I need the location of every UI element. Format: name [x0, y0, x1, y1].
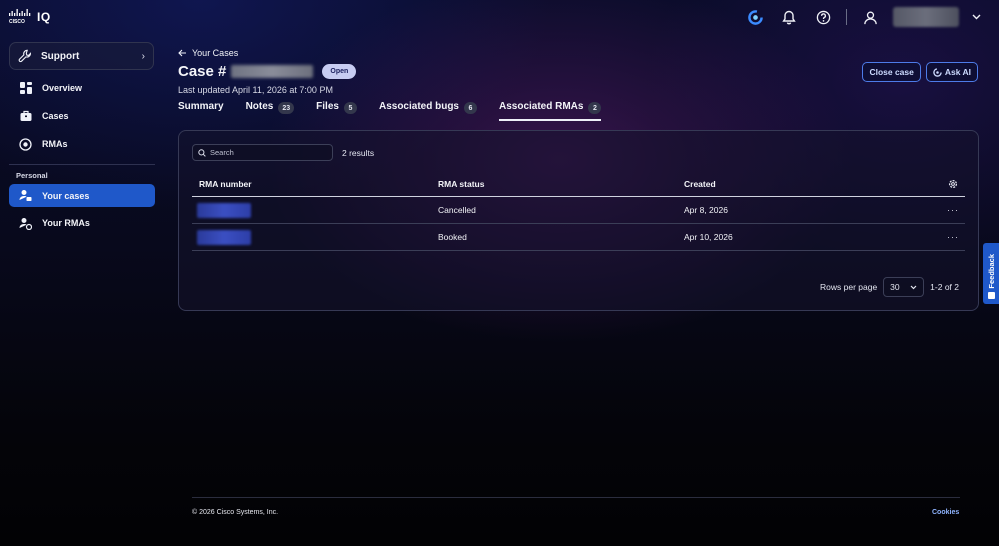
sidebar-item-your-cases[interactable]: Your cases	[9, 184, 155, 207]
case-number-redacted	[231, 65, 314, 78]
rows-per-page-select[interactable]: 30	[883, 277, 925, 297]
tab-count-badge: 2	[588, 102, 602, 114]
feedback-tab[interactable]: Feedback	[983, 243, 999, 304]
tab-label: Associated RMAs	[499, 101, 584, 112]
feedback-label: Feedback	[986, 254, 996, 289]
help-icon[interactable]	[812, 6, 834, 28]
created-date-cell: Apr 8, 2026	[684, 205, 728, 215]
rma-number-redacted[interactable]	[197, 202, 251, 218]
tab-count-badge: 6	[464, 102, 477, 114]
tab-label: Summary	[178, 101, 224, 112]
rma-table: RMA number RMA status Created Cancelled …	[192, 171, 965, 251]
column-settings-icon[interactable]	[941, 179, 965, 189]
sidebar-item-label: RMAs	[42, 139, 68, 149]
column-header-rma-status[interactable]: RMA status	[438, 179, 684, 189]
created-date-cell: Apr 10, 2026	[684, 232, 733, 242]
product-name: IQ	[37, 9, 51, 24]
close-case-label: Close case	[869, 67, 914, 77]
briefcase-icon	[19, 110, 32, 123]
back-link-label: Your Cases	[192, 48, 239, 58]
rma-icon	[19, 137, 32, 151]
chevron-down-icon[interactable]	[971, 6, 981, 28]
user-case-icon	[19, 189, 32, 202]
case-title: Case # Open	[178, 63, 357, 80]
ask-ai-button[interactable]: Ask AI	[925, 62, 978, 82]
sidebar-divider	[9, 164, 155, 165]
rma-status-cell: Booked	[438, 232, 467, 242]
last-updated-text: Last updated April 11, 2026 at 7:00 PM	[178, 85, 333, 95]
tab-associated-rmas[interactable]: Associated RMAs 2	[499, 101, 602, 121]
tab-count-badge: 5	[343, 102, 357, 114]
tab-label: Associated bugs	[378, 101, 459, 112]
back-to-cases-link[interactable]: Your Cases	[178, 48, 238, 58]
svg-text:CISCO: CISCO	[9, 19, 25, 24]
rma-panel: 2 results RMA number RMA status Created …	[178, 130, 979, 311]
sidebar-item-rmas[interactable]: RMAs	[9, 132, 155, 156]
ask-ai-label: Ask AI	[944, 67, 971, 77]
sidebar-item-label: Your cases	[42, 190, 90, 201]
column-header-rma-number[interactable]: RMA number	[192, 179, 438, 189]
sidebar-item-your-rmas[interactable]: Your RMAs	[9, 211, 155, 235]
support-label: Support	[41, 50, 80, 62]
top-bar: CISCO IQ	[0, 0, 999, 34]
sidebar: Support › Overview Cases RMAs Personal Y…	[9, 42, 155, 235]
dashboard-icon	[19, 82, 32, 95]
sidebar-item-cases[interactable]: Cases	[9, 104, 155, 128]
more-options-icon[interactable]: ···	[947, 232, 959, 242]
tab-count-badge: 23	[278, 102, 295, 114]
user-name-redacted[interactable]	[893, 7, 959, 27]
top-actions	[744, 6, 981, 28]
chevron-right-icon: ›	[141, 50, 145, 62]
feedback-icon	[987, 292, 995, 299]
chevron-down-icon	[910, 285, 917, 289]
user-profile-icon[interactable]	[859, 6, 881, 28]
pagination: Rows per page 30 1-2 of 2	[820, 277, 959, 297]
table-row[interactable]: Booked Apr 10, 2026 ···	[192, 224, 965, 251]
rma-status-cell: Cancelled	[438, 205, 476, 215]
search-box[interactable]	[192, 144, 333, 161]
tab-label: Notes	[245, 101, 274, 112]
cookies-link[interactable]: Cookies	[932, 509, 959, 516]
column-header-created[interactable]: Created	[684, 179, 941, 189]
tab-files[interactable]: Files 5	[316, 101, 357, 121]
support-menu-button[interactable]: Support ›	[9, 42, 154, 70]
page-range-text: 1-2 of 2	[930, 282, 959, 292]
sidebar-section-label: Personal	[16, 171, 48, 180]
arrow-left-icon	[178, 49, 186, 57]
table-row[interactable]: Cancelled Apr 8, 2026 ···	[192, 197, 965, 224]
results-count: 2 results	[342, 148, 375, 158]
sidebar-item-label: Your RMAs	[42, 218, 90, 228]
more-options-icon[interactable]: ···	[947, 205, 959, 215]
status-badge: Open	[322, 64, 357, 79]
case-actions: Close case Ask AI	[862, 62, 978, 82]
user-rma-icon	[19, 217, 32, 230]
search-icon	[198, 148, 206, 157]
tab-label: Files	[316, 101, 339, 112]
footer-divider	[192, 497, 960, 498]
rows-per-page-value: 30	[890, 282, 900, 292]
tab-associated-bugs[interactable]: Associated bugs 6	[379, 101, 477, 121]
sidebar-item-label: Overview	[42, 83, 83, 93]
tab-notes[interactable]: Notes 23	[246, 101, 295, 121]
sidebar-item-label: Cases	[42, 111, 69, 121]
notifications-bell-icon[interactable]	[778, 6, 800, 28]
rma-number-redacted[interactable]	[197, 229, 251, 245]
cisco-logo[interactable]: CISCO IQ	[9, 9, 51, 24]
table-header-row: RMA number RMA status Created	[192, 171, 965, 197]
wrench-icon	[18, 49, 32, 63]
cisco-logo-icon: CISCO	[9, 9, 31, 24]
sidebar-item-overview[interactable]: Overview	[9, 76, 155, 100]
search-input[interactable]	[210, 148, 320, 157]
ai-icon	[933, 67, 942, 77]
case-title-prefix: Case #	[178, 63, 227, 80]
toolbar-divider	[846, 9, 847, 25]
ai-assistant-icon[interactable]	[744, 6, 766, 28]
close-case-button[interactable]: Close case	[862, 62, 921, 82]
case-tabs: Summary Notes 23 Files 5 Associated bugs…	[178, 101, 623, 121]
rows-per-page-label: Rows per page	[820, 282, 878, 292]
tab-summary[interactable]: Summary	[178, 101, 224, 121]
footer-copyright: © 2026 Cisco Systems, Inc.	[192, 509, 279, 516]
